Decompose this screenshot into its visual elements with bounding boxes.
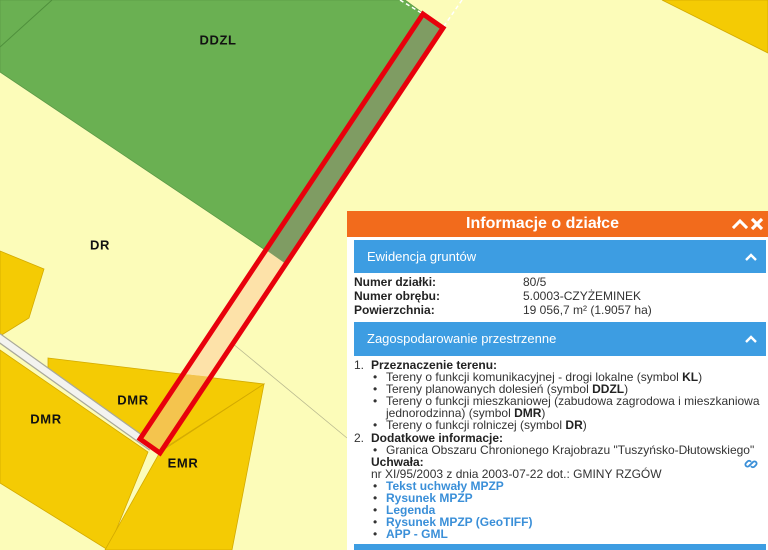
land-use-item: Tereny o funkcji mieszkaniowej (zabudowa… [371,395,766,419]
close-icon[interactable] [749,216,765,232]
list-item-number: 1. [354,358,365,372]
area-value: 19 056,7 m² (1.9057 ha) [523,303,652,317]
land-use-suffix: ) [698,370,703,384]
map-label-ddzl: DDZL [199,32,237,48]
chevron-up-icon[interactable] [732,216,748,232]
precinct-number-value: 5.0003-CZYŻEMINEK [523,289,642,303]
land-use-symbol: KL [682,370,699,384]
section-zoning-title: Zagospodarowanie przestrzenne [367,331,557,346]
map-label-emr: EMR [167,455,199,471]
additional-info-text: Granica Obszaru Chronionego Krajobrazu "… [386,443,755,457]
list-item: APP - GML [371,528,766,540]
parcel-number-value: 80/5 [523,275,547,289]
table-row: Numer obrębu: 5.0003-CZYŻEMINEK [354,289,766,303]
chevron-up-icon[interactable] [745,334,757,343]
land-use-item: Tereny o funkcji rolniczej (symbol DR) [371,419,766,431]
section-land-registry-header[interactable]: Ewidencja gruntów [354,240,766,273]
land-use-text: Tereny o funkcji mieszkaniowej (zabudowa… [386,394,760,420]
chain-link-icon[interactable] [744,457,758,471]
list-item: 2. Dodatkowe informacje: Granica Obszaru… [354,432,766,540]
section-zoning-header[interactable]: Zagospodarowanie przestrzenne [354,322,766,356]
table-row: Numer działki: 80/5 [354,275,766,289]
land-use-suffix: ) [582,418,587,432]
chevron-up-icon[interactable] [745,252,757,261]
map-label-dmr-lower: DMR [30,411,62,427]
map-label-dr: DR [90,237,110,253]
panel-header[interactable]: Informacje o działce [347,211,768,237]
panel-title: Informacje o działce [466,215,619,232]
additional-info-item: Granica Obszaru Chronionego Krajobrazu "… [371,444,766,456]
resolution-block: Uchwała: nr XI/95/2003 z dnia 2003-07-22… [371,456,766,480]
zoning-list: 1. Przeznaczenie terenu: Tereny o funkcj… [354,359,766,540]
table-row: Powierzchnia: 19 056,7 m² (1.9057 ha) [354,303,766,317]
parcel-number-label: Numer działki: [354,275,437,289]
list-item: 1. Przeznaczenie terenu: Tereny o funkcj… [354,359,766,431]
precinct-number-label: Numer obrębu: [354,289,441,303]
land-registry-table: Numer działki: 80/5 Numer obrębu: 5.0003… [354,275,766,317]
land-use-symbol: DR [565,418,583,432]
list-item-number: 2. [354,431,365,445]
app-gml-link[interactable]: APP - GML [386,527,448,541]
section-land-registry-title: Ewidencja gruntów [367,249,477,264]
panel-header-controls [732,211,765,237]
land-use-text: Tereny o funkcji rolniczej (symbol [386,418,563,432]
map-label-dmr-upper: DMR [117,392,149,408]
area-label: Powierzchnia: [354,303,435,317]
section-next-header[interactable] [354,544,766,550]
parcel-info-panel: Informacje o działce Ewidencja gruntów N… [347,211,768,550]
panel-body: Ewidencja gruntów Numer działki: 80/5 Nu… [347,237,768,550]
